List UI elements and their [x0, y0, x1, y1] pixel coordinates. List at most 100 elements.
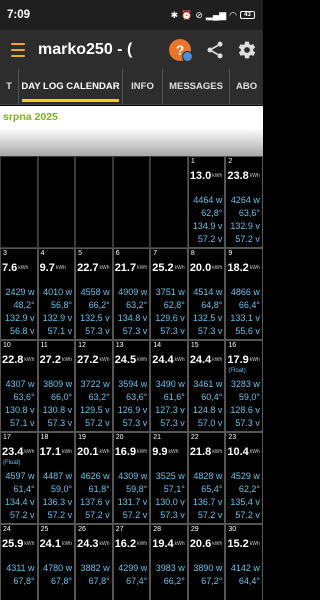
calendar-day-cell[interactable]: 14 24.4kWh 3490 w 61,6° 127.3 v 57.3 v [150, 340, 188, 432]
energy-kwh: 16.2kWh [115, 538, 147, 550]
energy-kwh: 17.9kWh [227, 354, 259, 366]
tab-label: ABO [236, 81, 258, 92]
calendar-day-cell[interactable]: 29 20.6kWh 3890 w 67,2° [187, 524, 226, 600]
energy-unit: kWh [61, 449, 72, 456]
pv-voltage: 131.7 v [117, 497, 148, 507]
calendar-day-cell[interactable]: 17 23.4kWh (Float) 4597 w 61,4° 134.4 v 57.2 v [0, 432, 38, 524]
peak-power: 3490 w [155, 379, 185, 389]
calendar-day-cell[interactable]: 10 22.8kWh 4307 w 63,6° 130.8 v 57.1 v [0, 340, 38, 432]
day-number: 18 [40, 434, 49, 441]
day-number: 30 [228, 526, 237, 533]
calendar-day-cell[interactable]: 20 16.9kWh 4309 w 59,8° 131.7 v 57.2 v [112, 432, 151, 524]
energy-unit: kWh [174, 265, 185, 272]
energy-value: 21.7 [114, 262, 137, 274]
calendar-day-cell[interactable]: 13 24.5kWh 3594 w 63,6° 126.9 v 57.3 v [112, 340, 151, 432]
pv-voltage: 134.9 v [192, 221, 223, 231]
pv-voltage: 136.7 v [192, 497, 223, 507]
help-icon[interactable]: ? [169, 38, 193, 62]
battery-voltage: 57.2 v [197, 510, 223, 520]
temperature: 62,8° [201, 208, 223, 218]
temperature: 59,0° [51, 484, 73, 494]
temperature: 66,4° [238, 300, 260, 310]
temperature: 67,2° [201, 576, 223, 586]
calendar-day-cell[interactable]: 2 23.8kWh 4264 w 63,6° 132.9 v 57.2 v [225, 156, 263, 248]
pv-voltage: 132.9 v [42, 313, 73, 323]
tab-day-log-calendar[interactable]: DAY LOG CALENDAR [19, 69, 123, 104]
calendar-empty-cell [112, 156, 151, 248]
calendar-day-cell[interactable]: 1 13.0kWh 4464 w 62,8° 134.9 v 57.2 v [187, 156, 226, 248]
calendar-day-cell[interactable]: 26 24.3kWh 3882 w 67,8° [75, 524, 113, 600]
energy-kwh: 21.8kWh [190, 446, 222, 458]
temperature: 60,4° [201, 392, 223, 402]
tab-partial-left[interactable]: T [0, 69, 19, 104]
calendar-day-cell[interactable]: 11 27.2kWh 3809 w 66,0° 130.8 v 57.3 v [37, 340, 76, 432]
calendar-day-cell[interactable]: 5 22.7kWh 4558 w 66,2° 132.5 v 57.3 v [75, 248, 113, 340]
tab-label: DAY LOG CALENDAR [21, 81, 120, 92]
temperature: 66,2° [163, 576, 185, 586]
pv-voltage: 136.3 v [42, 497, 73, 507]
temperature: 62,2° [238, 484, 260, 494]
app-title: marko250 - ( [38, 40, 133, 58]
energy-unit: kWh [99, 541, 110, 548]
energy-unit: kWh [137, 449, 148, 456]
day-number: 1 [190, 158, 195, 165]
gear-icon[interactable] [237, 40, 257, 60]
energy-kwh: 24.1kWh [40, 538, 72, 550]
share-icon[interactable] [205, 40, 225, 60]
energy-unit: kWh [212, 265, 223, 272]
day-number: 5 [78, 250, 83, 257]
calendar-day-cell[interactable]: 6 21.7kWh 4909 w 63,2° 134.8 v 57.3 v [112, 248, 151, 340]
energy-kwh: 17.1kWh [40, 446, 72, 458]
tab-partial-right[interactable]: ABO [230, 69, 263, 104]
tab-messages[interactable]: MESSAGES [163, 69, 230, 104]
pv-voltage: 132.5 v [80, 313, 110, 323]
energy-kwh: 24.4kWh [152, 354, 184, 366]
calendar-day-cell[interactable]: 16 17.9kWh (Float) 3283 w 59,0° 128.6 v 57.3 v [225, 340, 263, 432]
wifi-icon: ◠ [229, 9, 237, 20]
energy-unit: kWh [24, 449, 35, 456]
calendar-day-cell[interactable]: 23 10.4kWh 4529 w 62,2° 135.4 v 57.2 v [225, 432, 263, 524]
temperature: 67,8° [13, 576, 35, 586]
menu-icon[interactable] [11, 42, 33, 57]
tab-label: T [6, 81, 12, 92]
calendar-day-cell[interactable]: 9 18.2kWh 4866 w 66,4° 133.1 v 55.6 v [225, 248, 263, 340]
calendar-day-cell[interactable]: 3 7.6kWh 2429 w 48,2° 132.9 v 56.8 v [0, 248, 38, 340]
temperature: 62,8° [163, 300, 185, 310]
calendar-day-cell[interactable]: 7 25.2kWh 3751 w 62,8° 129.6 v 57.3 v [150, 248, 188, 340]
day-number: 27 [115, 526, 124, 533]
temperature: 61,8° [88, 484, 110, 494]
calendar-day-cell[interactable]: 8 20.0kWh 4514 w 64,8° 132.5 v 57.3 v [187, 248, 226, 340]
day-number: 7 [153, 250, 158, 257]
calendar-day-cell[interactable]: 25 24.1kWh 4780 w 67,8° [37, 524, 76, 600]
peak-power: 4487 w [43, 471, 73, 481]
peak-power: 3283 w [230, 379, 260, 389]
calendar-day-cell[interactable]: 19 20.1kWh 4626 w 61,8° 137.6 v 57.2 v [75, 432, 113, 524]
energy-unit: kWh [137, 357, 148, 364]
calendar-day-cell[interactable]: 12 27.2kWh 3722 w 63,2° 129.5 v 57.2 v [75, 340, 113, 432]
calendar-day-cell[interactable]: 27 16.2kWh 4299 w 67,4° [112, 524, 151, 600]
temperature: 59,0° [238, 392, 260, 402]
calendar-day-cell[interactable]: 28 19.4kWh 3983 w 66,2° [150, 524, 188, 600]
calendar-empty-cell [37, 156, 76, 248]
energy-value: 16.9 [114, 446, 137, 458]
calendar-day-cell[interactable]: 21 9.9kWh 3525 w 57,1° 130.0 v 57.3 v [150, 432, 188, 524]
energy-value: 16.2 [114, 538, 137, 550]
energy-value: 24.3 [77, 538, 99, 550]
tab-info[interactable]: INFO [123, 69, 163, 104]
peak-power: 3882 w [80, 563, 110, 573]
calendar-day-cell[interactable]: 15 24.4kWh 3461 w 60,4° 124.8 v 57.0 v [187, 340, 226, 432]
battery-voltage: 57.3 v [122, 418, 148, 428]
calendar-day-cell[interactable]: 4 9.7kWh 4010 w 56,8° 132.9 v 57.1 v [37, 248, 76, 340]
calendar-day-cell[interactable]: 18 17.1kWh 4487 w 59,0° 136.3 v 57.2 v [37, 432, 76, 524]
battery-voltage: 56.8 v [10, 326, 35, 336]
energy-unit: kWh [174, 541, 185, 548]
calendar-day-cell[interactable]: 22 21.8kWh 4828 w 65,4° 136.7 v 57.2 v [187, 432, 226, 524]
battery-voltage: 57.2 v [235, 510, 260, 520]
energy-kwh: 27.2kWh [40, 354, 72, 366]
battery-voltage: 57.0 v [197, 418, 223, 428]
calendar-day-cell[interactable]: 24 25.9kWh 4311 w 67,8° [0, 524, 38, 600]
energy-kwh: 18.2kWh [227, 262, 259, 274]
tab-label: INFO [131, 81, 154, 92]
calendar-day-cell[interactable]: 30 15.2kWh 4142 w 64,4° [225, 524, 263, 600]
day-number: 12 [78, 342, 86, 349]
